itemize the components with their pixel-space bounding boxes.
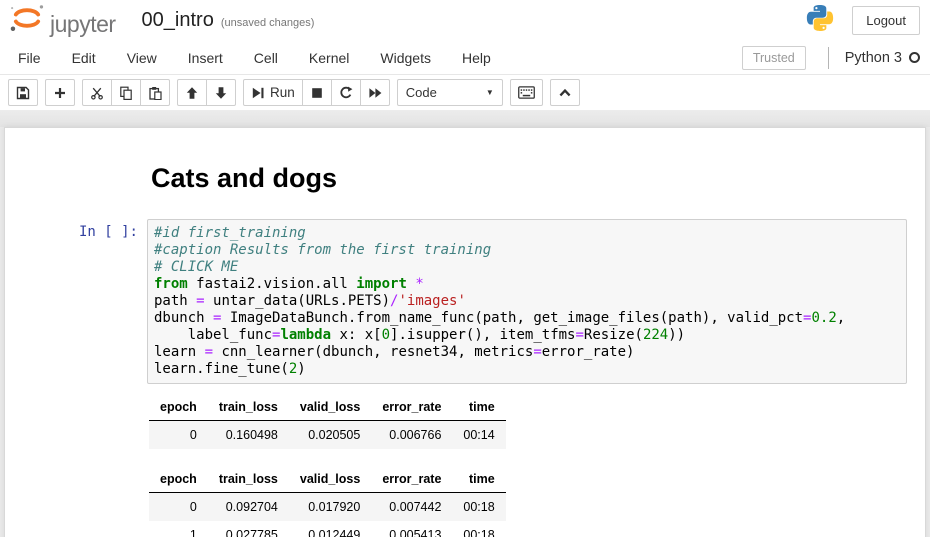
code-line: path = untar_data(URLs.PETS)/'images' <box>154 293 900 310</box>
menu-item-edit[interactable]: Edit <box>60 41 108 74</box>
menu-item-widgets[interactable]: Widgets <box>368 41 443 74</box>
python-logo-icon <box>805 3 835 38</box>
move-cell-up-button[interactable] <box>177 79 207 106</box>
jupyter-logo-icon <box>8 2 46 39</box>
menu-item-kernel[interactable]: Kernel <box>297 41 361 74</box>
menubar-divider <box>828 47 829 69</box>
cell-input-prompt: In [ ]: <box>5 219 147 384</box>
notebook-container: Cats and dogs In [ ]: #id first_training… <box>4 127 926 537</box>
training-results-table: epochtrain_lossvalid_losserror_ratetime0… <box>149 394 506 449</box>
table-cell: 00:14 <box>452 421 505 450</box>
table-cell: 0.017920 <box>289 493 371 522</box>
copy-cell-button[interactable] <box>111 79 141 106</box>
column-header: time <box>452 466 505 493</box>
code-line: learn.fine_tune(2) <box>154 361 900 378</box>
markdown-prompt-area <box>5 163 147 219</box>
restart-kernel-button[interactable] <box>331 79 361 106</box>
code-line: dbunch = ImageDataBunch.from_name_func(p… <box>154 310 900 327</box>
column-header: time <box>452 394 505 421</box>
code-line: from fastai2.vision.all import * <box>154 276 900 293</box>
table-cell: 0.006766 <box>371 421 452 450</box>
run-button[interactable]: Run <box>243 79 303 106</box>
save-button[interactable] <box>8 79 38 106</box>
chevron-down-icon: ▼ <box>486 88 494 97</box>
table-row: 00.1604980.0205050.00676600:14 <box>149 421 506 450</box>
table-row: 10.0277850.0124490.00541300:18 <box>149 521 506 537</box>
column-header: valid_loss <box>289 466 371 493</box>
table-cell: 00:18 <box>452 521 505 537</box>
table-row: 00.0927040.0179200.00744200:18 <box>149 493 506 522</box>
column-header: train_loss <box>208 466 289 493</box>
output-area-row: epochtrain_lossvalid_losserror_ratetime0… <box>5 384 925 537</box>
code-line: #id first_training <box>154 225 900 242</box>
column-header: valid_loss <box>289 394 371 421</box>
menubar-items: FileEditViewInsertCellKernelWidgetsHelp <box>6 41 510 74</box>
output-prompt-area <box>5 384 147 537</box>
cell-type-selected: Code <box>406 85 437 100</box>
cell-output-area: epochtrain_lossvalid_losserror_ratetime0… <box>147 384 907 537</box>
table-cell: 0 <box>149 421 208 450</box>
table-cell: 0.092704 <box>208 493 289 522</box>
run-icon <box>251 86 265 100</box>
table-cell: 0.005413 <box>371 521 452 537</box>
code-editor[interactable]: #id first_training#caption Results from … <box>147 219 907 384</box>
interrupt-kernel-button[interactable] <box>302 79 332 106</box>
menubar: FileEditViewInsertCellKernelWidgetsHelp … <box>0 41 930 75</box>
kernel-name: Python 3 <box>845 50 902 66</box>
command-palette-button[interactable] <box>510 79 543 106</box>
table-cell: 0.012449 <box>289 521 371 537</box>
code-line: # CLICK ME <box>154 259 900 276</box>
menu-item-insert[interactable]: Insert <box>176 41 235 74</box>
trusted-badge[interactable]: Trusted <box>742 46 806 70</box>
menu-item-file[interactable]: File <box>6 41 53 74</box>
column-header: error_rate <box>371 394 452 421</box>
jupyter-logo[interactable]: jupyter <box>8 2 116 39</box>
cell-type-dropdown[interactable]: Code ▼ <box>397 79 503 106</box>
code-line: #caption Results from the first training <box>154 242 900 259</box>
table-cell: 0.007442 <box>371 493 452 522</box>
collapse-toolbar-button[interactable] <box>550 79 580 106</box>
column-header: error_rate <box>371 466 452 493</box>
notebook-title[interactable]: 00_intro <box>142 9 214 32</box>
header-shadow-band <box>0 110 930 127</box>
jupyter-logo-text: jupyter <box>50 13 116 39</box>
site-background: Cats and dogs In [ ]: #id first_training… <box>0 127 930 537</box>
table-cell: 0.160498 <box>208 421 289 450</box>
menu-item-view[interactable]: View <box>115 41 169 74</box>
table-cell: 1 <box>149 521 208 537</box>
column-header: epoch <box>149 466 208 493</box>
markdown-cell[interactable]: Cats and dogs <box>5 163 925 219</box>
code-line: label_func=lambda x: x[0].isupper(), ite… <box>154 327 900 344</box>
menu-item-help[interactable]: Help <box>450 41 503 74</box>
menu-item-cell[interactable]: Cell <box>242 41 290 74</box>
paste-cell-button[interactable] <box>140 79 170 106</box>
table-cell: 00:18 <box>452 493 505 522</box>
kernel-idle-icon <box>909 52 920 63</box>
markdown-heading: Cats and dogs <box>147 163 907 194</box>
column-header: epoch <box>149 394 208 421</box>
table-cell: 0.020505 <box>289 421 371 450</box>
restart-run-all-button[interactable] <box>360 79 390 106</box>
code-line: learn = cnn_learner(dbunch, resnet34, me… <box>154 344 900 361</box>
table-cell: 0.027785 <box>208 521 289 537</box>
toolbar: Run Code ▼ <box>0 75 930 110</box>
training-results-table: epochtrain_lossvalid_losserror_ratetime0… <box>149 466 506 537</box>
table-cell: 0 <box>149 493 208 522</box>
add-cell-button[interactable] <box>45 79 75 106</box>
logout-button[interactable]: Logout <box>852 6 920 35</box>
column-header: train_loss <box>208 394 289 421</box>
cut-cell-button[interactable] <box>82 79 112 106</box>
code-cell[interactable]: In [ ]: #id first_training#caption Resul… <box>5 219 925 384</box>
header: jupyter 00_intro (unsaved changes) Logou… <box>0 0 930 41</box>
move-cell-down-button[interactable] <box>206 79 236 106</box>
save-status: (unsaved changes) <box>221 17 315 29</box>
run-button-label: Run <box>270 85 295 100</box>
